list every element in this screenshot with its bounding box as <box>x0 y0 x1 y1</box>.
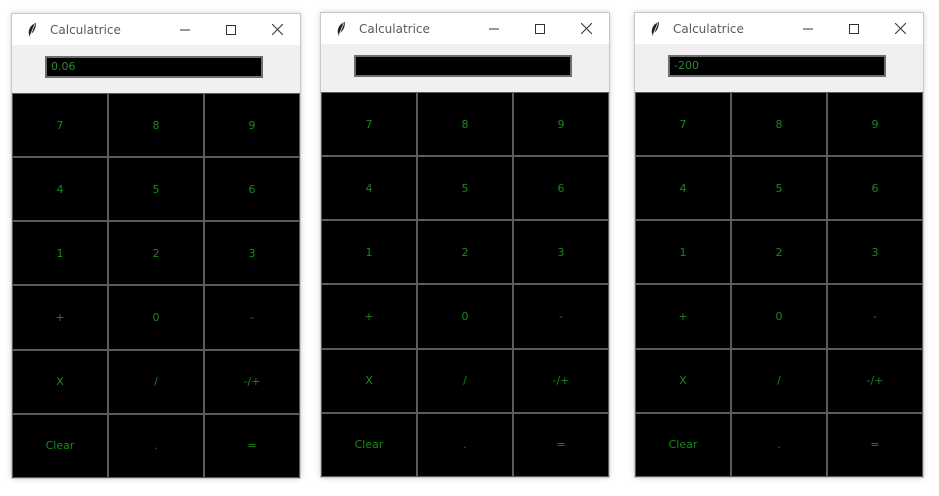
key-plus[interactable]: + <box>321 284 417 349</box>
key-clear[interactable]: Clear <box>12 413 108 478</box>
key-3[interactable]: 3 <box>513 220 609 285</box>
display-area <box>321 44 609 92</box>
key-multiply[interactable]: X <box>321 348 417 413</box>
key-divide[interactable]: / <box>417 348 513 413</box>
display-field[interactable] <box>354 55 572 77</box>
close-icon[interactable] <box>254 14 300 45</box>
key-divide[interactable]: / <box>108 349 204 414</box>
title-bar[interactable]: Calculatrice <box>12 14 300 45</box>
key-decimal[interactable]: . <box>417 412 513 477</box>
key-equals[interactable]: = <box>204 413 300 478</box>
key-4[interactable]: 4 <box>321 156 417 221</box>
key-7[interactable]: 7 <box>635 92 731 157</box>
minimize-icon[interactable] <box>471 13 517 44</box>
calculator-window: Calculatrice 7 8 9 4 5 6 1 2 3 + 0 - X /… <box>321 13 609 477</box>
window-title: Calculatrice <box>673 21 744 36</box>
key-8[interactable]: 8 <box>417 92 513 157</box>
key-5[interactable]: 5 <box>731 156 827 221</box>
key-2[interactable]: 2 <box>108 221 204 286</box>
key-clear[interactable]: Clear <box>321 412 417 477</box>
key-8[interactable]: 8 <box>108 93 204 158</box>
key-negate[interactable]: -/+ <box>204 349 300 414</box>
key-equals[interactable]: = <box>827 412 923 477</box>
key-5[interactable]: 5 <box>417 156 513 221</box>
calculator-window: Calculatrice -200 7 8 9 4 5 6 1 2 3 + 0 … <box>635 13 923 477</box>
key-5[interactable]: 5 <box>108 157 204 222</box>
feather-icon <box>22 20 42 40</box>
key-9[interactable]: 9 <box>204 93 300 158</box>
key-7[interactable]: 7 <box>12 93 108 158</box>
key-8[interactable]: 8 <box>731 92 827 157</box>
key-minus[interactable]: - <box>827 284 923 349</box>
feather-icon <box>331 19 351 39</box>
key-divide[interactable]: / <box>731 348 827 413</box>
key-0[interactable]: 0 <box>108 285 204 350</box>
key-6[interactable]: 6 <box>513 156 609 221</box>
key-2[interactable]: 2 <box>417 220 513 285</box>
key-minus[interactable]: - <box>204 285 300 350</box>
maximize-icon[interactable] <box>831 13 877 44</box>
key-6[interactable]: 6 <box>827 156 923 221</box>
key-4[interactable]: 4 <box>12 157 108 222</box>
key-decimal[interactable]: . <box>108 413 204 478</box>
key-9[interactable]: 9 <box>513 92 609 157</box>
display-field[interactable]: 0.06 <box>45 56 263 78</box>
window-title: Calculatrice <box>50 22 121 37</box>
key-2[interactable]: 2 <box>731 220 827 285</box>
key-6[interactable]: 6 <box>204 157 300 222</box>
maximize-icon[interactable] <box>517 13 563 44</box>
minimize-icon[interactable] <box>785 13 831 44</box>
key-decimal[interactable]: . <box>731 412 827 477</box>
window-title: Calculatrice <box>359 21 430 36</box>
key-negate[interactable]: -/+ <box>827 348 923 413</box>
key-multiply[interactable]: X <box>635 348 731 413</box>
key-4[interactable]: 4 <box>635 156 731 221</box>
close-icon[interactable] <box>877 13 923 44</box>
key-clear[interactable]: Clear <box>635 412 731 477</box>
key-plus[interactable]: + <box>635 284 731 349</box>
feather-icon <box>645 19 665 39</box>
key-1[interactable]: 1 <box>321 220 417 285</box>
key-negate[interactable]: -/+ <box>513 348 609 413</box>
key-0[interactable]: 0 <box>731 284 827 349</box>
maximize-icon[interactable] <box>208 14 254 45</box>
key-1[interactable]: 1 <box>12 221 108 286</box>
title-bar[interactable]: Calculatrice <box>635 13 923 44</box>
key-3[interactable]: 3 <box>827 220 923 285</box>
key-7[interactable]: 7 <box>321 92 417 157</box>
key-plus[interactable]: + <box>12 285 108 350</box>
key-3[interactable]: 3 <box>204 221 300 286</box>
keypad: 7 8 9 4 5 6 1 2 3 + 0 - X / -/+ Clear . … <box>12 93 300 478</box>
keypad: 7 8 9 4 5 6 1 2 3 + 0 - X / -/+ Clear . … <box>635 92 923 477</box>
title-bar[interactable]: Calculatrice <box>321 13 609 44</box>
key-equals[interactable]: = <box>513 412 609 477</box>
key-1[interactable]: 1 <box>635 220 731 285</box>
key-9[interactable]: 9 <box>827 92 923 157</box>
key-multiply[interactable]: X <box>12 349 108 414</box>
key-0[interactable]: 0 <box>417 284 513 349</box>
keypad: 7 8 9 4 5 6 1 2 3 + 0 - X / -/+ Clear . … <box>321 92 609 477</box>
close-icon[interactable] <box>563 13 609 44</box>
key-minus[interactable]: - <box>513 284 609 349</box>
minimize-icon[interactable] <box>162 14 208 45</box>
display-area: 0.06 <box>12 45 300 93</box>
display-field[interactable]: -200 <box>668 55 886 77</box>
calculator-window: Calculatrice 0.06 7 8 9 4 5 6 1 2 3 + 0 … <box>12 14 300 478</box>
display-area: -200 <box>635 44 923 92</box>
